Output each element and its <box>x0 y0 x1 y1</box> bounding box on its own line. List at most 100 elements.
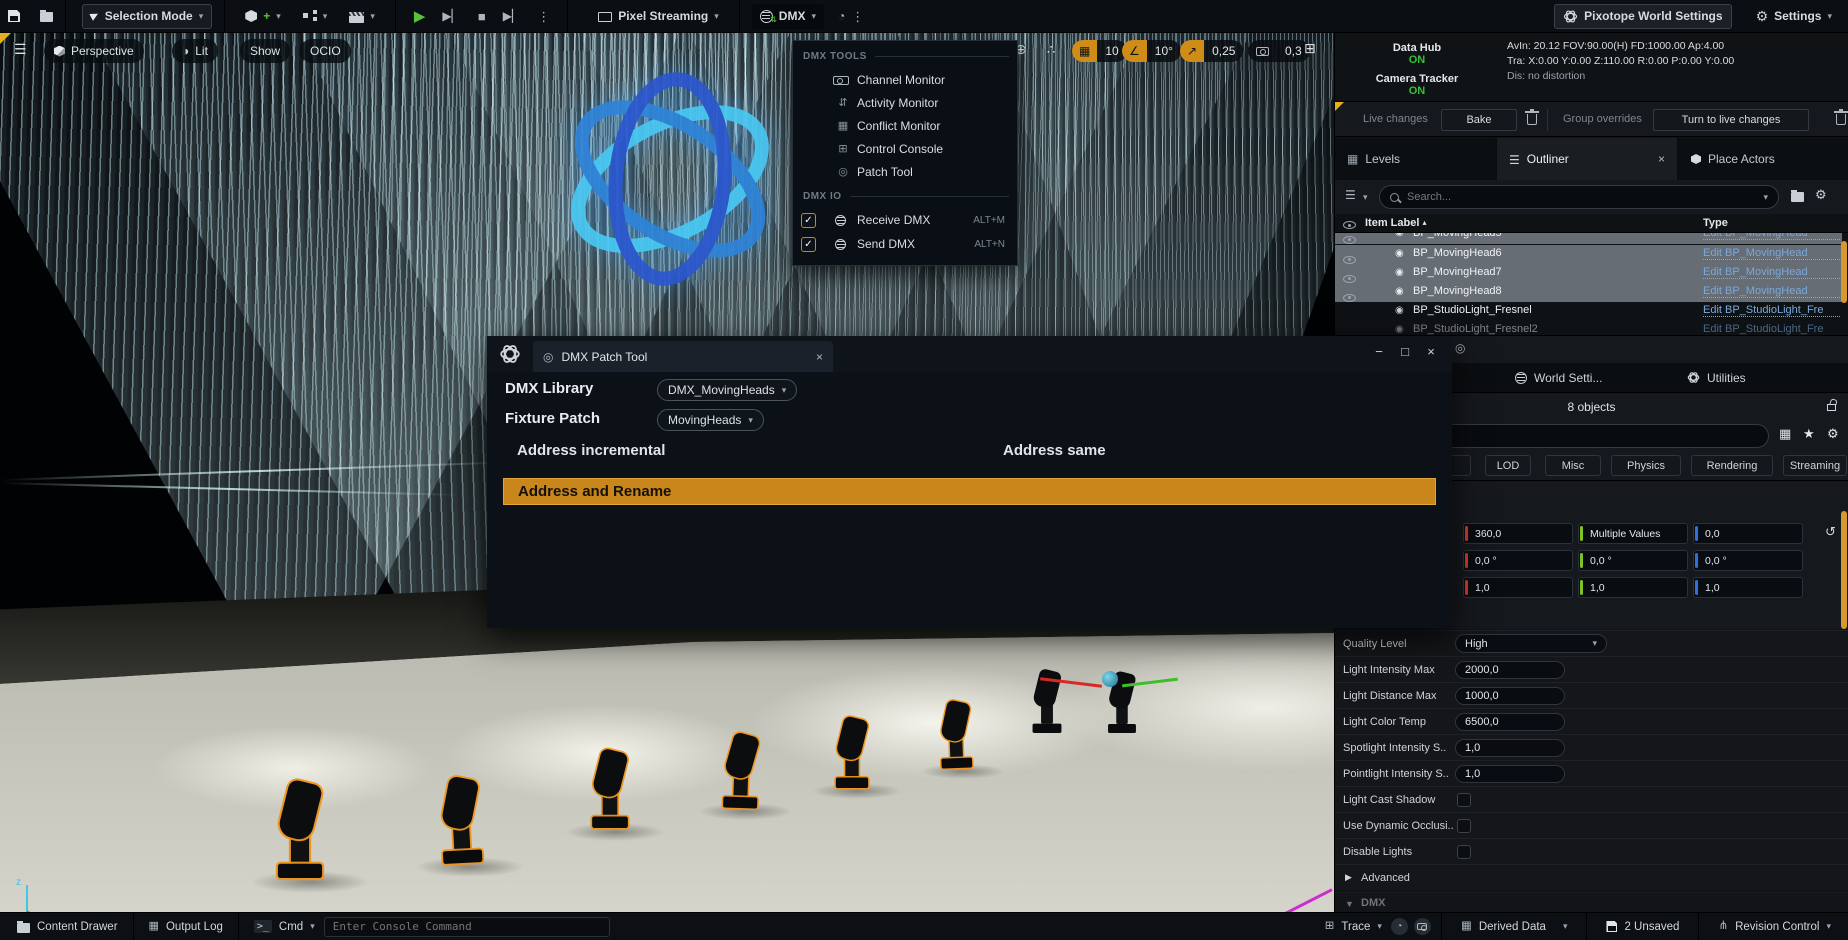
moving-head-fixture[interactable] <box>936 677 975 768</box>
table-row[interactable]: ◉ BP_MovingHead5 Edit BP_MovingHead <box>1335 233 1842 244</box>
skip-button[interactable]: ▶▏ <box>437 10 465 22</box>
row-edit-link[interactable]: Edit BP_MovingHead <box>1703 285 1840 298</box>
rotation-snap-value[interactable]: 10° <box>1147 40 1181 62</box>
surface-snap-icon[interactable]: ∴ <box>1047 43 1055 56</box>
eye-icon[interactable] <box>1343 275 1356 283</box>
advanced-section-header[interactable]: ▶ Advanced <box>1335 864 1848 890</box>
menu-item-activity-monitor[interactable]: ⇵ Activity Monitor <box>793 92 1017 114</box>
scale-snap-value[interactable]: 0,25 <box>1204 40 1243 62</box>
lit-mode-dropdown[interactable]: ◑ Lit <box>172 39 218 63</box>
quad-view-icon[interactable]: ⊞ <box>1304 41 1316 55</box>
favorites-star-icon[interactable]: ★ <box>1803 427 1815 440</box>
pixel-streaming-dropdown[interactable]: Pixel Streaming ▾ <box>590 4 727 29</box>
column-type-label[interactable]: Type <box>1703 217 1728 229</box>
revision-control-dropdown[interactable]: ⋔ Revision Control ▾ <box>1709 913 1840 940</box>
viewport-menu-hamburger[interactable]: ☰ <box>14 42 27 56</box>
save-icon[interactable] <box>8 10 20 22</box>
filter-icon[interactable]: ☰ <box>1345 189 1356 201</box>
tab-utilities[interactable]: Utilities <box>1677 363 1847 392</box>
menu-item-control-console[interactable]: ⊞ Control Console <box>793 138 1017 160</box>
table-row[interactable]: ◉ BP_StudioLight_Fresnel2 Edit BP_Studio… <box>1335 321 1842 335</box>
content-drawer-button[interactable]: Content Drawer <box>8 913 127 940</box>
table-row[interactable]: ◉ BP_StudioLight_Fresnel Edit BP_StudioL… <box>1335 302 1842 321</box>
table-row[interactable]: ◉ BP_MovingHead6 Edit BP_MovingHead <box>1335 245 1842 264</box>
row-edit-link[interactable]: Edit BP_MovingHead <box>1703 233 1840 240</box>
row-label[interactable]: BP_StudioLight_Fresnel <box>1413 304 1532 316</box>
eye-icon[interactable] <box>1343 256 1356 264</box>
moving-head-fixture[interactable] <box>589 723 631 828</box>
transform-x-field[interactable]: 360,0 <box>1463 523 1573 544</box>
row-edit-link[interactable]: Edit BP_StudioLight_Fre <box>1703 323 1840 335</box>
folder-icon[interactable] <box>1791 192 1804 202</box>
outliner-scrollbar[interactable] <box>1841 241 1847 303</box>
lock-open-icon[interactable] <box>1827 404 1836 411</box>
light-color-temp-field[interactable]: 6500,0 <box>1455 713 1565 731</box>
moving-head-fixture[interactable] <box>1030 648 1064 733</box>
patch-tool-tab[interactable]: ◎ DMX Patch Tool × <box>533 341 833 372</box>
eye-icon[interactable] <box>1343 294 1356 302</box>
address-and-rename-button[interactable]: Address and Rename <box>503 478 1436 505</box>
transform-y-field[interactable]: Multiple Values <box>1578 523 1688 544</box>
quality-level-select[interactable]: High▾ <box>1455 634 1607 653</box>
show-dropdown[interactable]: Show <box>240 39 290 63</box>
content-browser-icon[interactable] <box>40 12 53 22</box>
play-options-kebab[interactable]: ⋮ <box>532 10 555 23</box>
trash-icon[interactable] <box>1527 114 1537 125</box>
menu-item-send-dmx[interactable]: ✓ Send DMX ALT+N <box>793 233 1017 255</box>
filter-chip[interactable]: Misc <box>1545 455 1601 476</box>
bake-button[interactable]: Bake <box>1441 109 1517 131</box>
eye-column-icon[interactable] <box>1343 221 1356 229</box>
console-command-input[interactable] <box>324 917 610 937</box>
table-row[interactable]: ◉ BP_MovingHead7 Edit BP_MovingHead <box>1335 264 1842 283</box>
output-log-button[interactable]: ▦ Output Log <box>140 913 232 940</box>
screenshot-icon[interactable] <box>1414 918 1431 935</box>
cinematics-dropdown[interactable]: ▾ <box>341 4 383 29</box>
address-incremental-header[interactable]: Address incremental <box>517 442 665 459</box>
details-scrollbar[interactable] <box>1841 511 1847 629</box>
row-label[interactable]: BP_MovingHead8 <box>1413 285 1502 297</box>
dmx-dropdown[interactable]: ⇅ DMX ▾ <box>752 4 824 29</box>
settings-dropdown[interactable]: ⚙ Settings ▾ <box>1748 4 1840 29</box>
send-dmx-checkbox[interactable]: ✓ <box>801 237 816 252</box>
dmx-library-dropdown[interactable]: DMX_MovingHeads ▾ <box>657 379 797 401</box>
table-row[interactable]: ◉ BP_MovingHead8 Edit BP_MovingHead <box>1335 283 1842 302</box>
dmx-section-header[interactable]: ▼ DMX <box>1335 892 1848 912</box>
platforms-dropdown[interactable]: ◔ ⋮ <box>830 4 872 29</box>
pixotope-world-settings-button[interactable]: Pixotope World Settings <box>1554 4 1731 29</box>
use-dynamic-occlusion-checkbox[interactable] <box>1457 819 1471 833</box>
grid-snap-toggle[interactable]: ▦ 10 <box>1072 40 1127 62</box>
close-tab-icon[interactable]: × <box>816 351 823 363</box>
blueprints-dropdown[interactable]: ▾ <box>295 4 336 29</box>
light-cast-shadow-checkbox[interactable] <box>1457 793 1471 807</box>
derived-data-dropdown[interactable]: ▦ Derived Data ▾ <box>1452 913 1577 940</box>
disable-lights-checkbox[interactable] <box>1457 845 1471 859</box>
menu-item-patch-tool[interactable]: ◎ Patch Tool <box>793 161 1017 183</box>
selection-mode-dropdown[interactable]: ▶ Selection Mode ▾ <box>82 4 212 29</box>
pointlight-intensity-field[interactable]: 1,0 <box>1455 765 1565 783</box>
transform-z-field[interactable]: 0,0 <box>1693 523 1803 544</box>
rotation-x-field[interactable]: 0,0 ° <box>1463 550 1573 571</box>
camera-speed-control[interactable]: 0,3 <box>1248 40 1310 62</box>
moving-head-fixture[interactable] <box>1106 651 1139 733</box>
light-distance-max-field[interactable]: 1000,0 <box>1455 687 1565 705</box>
fixture-patch-dropdown[interactable]: MovingHeads ▾ <box>657 409 764 431</box>
add-actor-dropdown[interactable]: + ▾ <box>237 4 289 29</box>
close-tab-icon[interactable]: × <box>1658 153 1665 165</box>
row-label[interactable]: BP_MovingHead7 <box>1413 266 1502 278</box>
tab-place-actors[interactable]: Place Actors <box>1679 138 1848 180</box>
details-settings-gear-icon[interactable]: ⚙ <box>1827 427 1839 440</box>
scale-x-field[interactable]: 1,0 <box>1463 577 1573 598</box>
trace-dropdown[interactable]: ⊞ Trace ▾ <box>1316 913 1391 940</box>
moving-head-fixture[interactable] <box>434 747 486 864</box>
launch-button[interactable]: ▶▏ <box>498 10 526 22</box>
tab-levels[interactable]: ▦ Levels <box>1335 138 1495 180</box>
row-label[interactable]: BP_MovingHead5 <box>1413 233 1502 239</box>
reset-to-default-icon[interactable]: ↺ <box>1825 525 1836 538</box>
moving-head-fixture[interactable] <box>274 748 326 878</box>
eye-icon[interactable] <box>1343 236 1356 244</box>
turn-to-live-changes-button[interactable]: Turn to live changes <box>1653 109 1809 131</box>
cmd-dropdown[interactable]: >_ Cmd ▾ <box>245 913 324 940</box>
row-edit-link[interactable]: Edit BP_MovingHead <box>1703 266 1840 279</box>
gizmo-pivot-sphere[interactable] <box>1102 671 1118 687</box>
scale-y-field[interactable]: 1,0 <box>1578 577 1688 598</box>
